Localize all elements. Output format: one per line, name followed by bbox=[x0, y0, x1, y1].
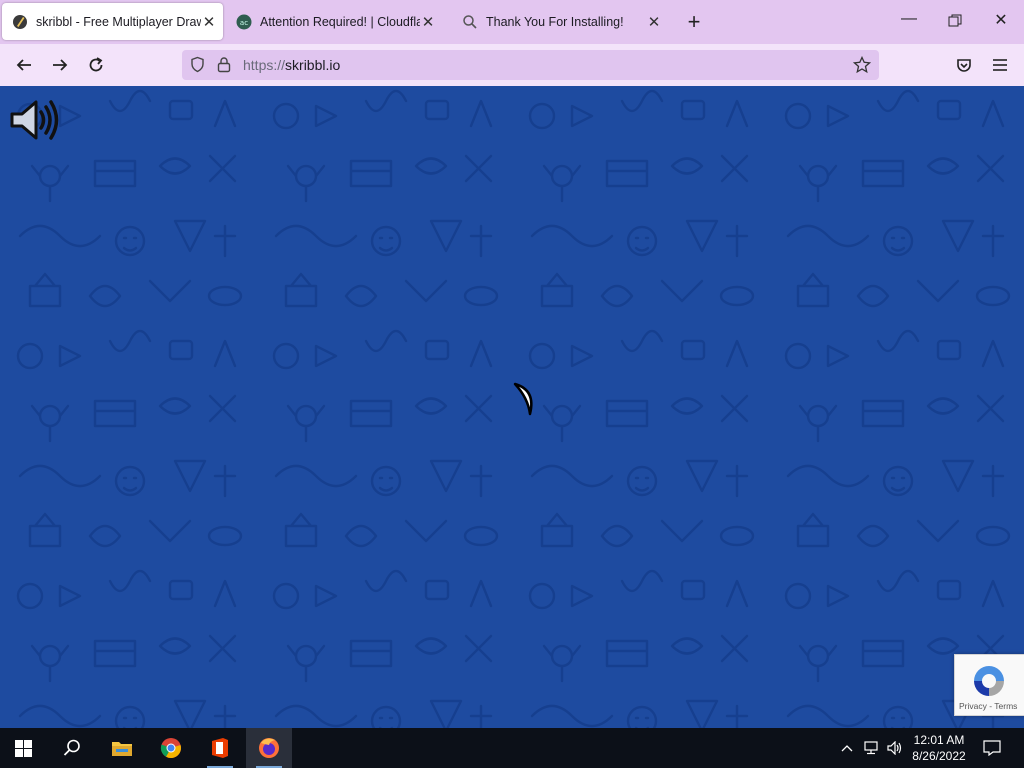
tab-title: skribbl - Free Multiplayer Drawing bbox=[36, 15, 201, 29]
cloudflare-favicon-icon: ac bbox=[236, 14, 252, 30]
clock-date: 8/26/2022 bbox=[906, 748, 972, 764]
back-icon[interactable] bbox=[12, 53, 36, 77]
chrome-icon[interactable] bbox=[148, 728, 194, 768]
skribbl-favicon-icon bbox=[12, 14, 28, 30]
close-window-icon[interactable]: ✕ bbox=[989, 10, 1013, 34]
url-host: skribbl.io bbox=[285, 57, 340, 73]
tab-title: Thank You For Installing! bbox=[486, 15, 646, 29]
bookmark-star-icon[interactable] bbox=[853, 56, 871, 79]
volume-icon[interactable] bbox=[885, 728, 905, 768]
system-clock[interactable]: 12:01 AM 8/26/2022 bbox=[906, 732, 972, 764]
office-icon[interactable] bbox=[197, 728, 243, 768]
new-tab-button[interactable]: + bbox=[683, 11, 705, 33]
speaker-icon[interactable] bbox=[9, 97, 59, 148]
tab-title: Attention Required! | Cloudflare bbox=[260, 15, 420, 29]
firefox-icon[interactable] bbox=[246, 728, 292, 768]
menu-icon[interactable] bbox=[988, 53, 1012, 77]
close-tab-icon[interactable]: ✕ bbox=[646, 13, 662, 31]
reload-icon[interactable] bbox=[84, 53, 108, 77]
tab-thank-you[interactable]: Thank You For Installing! ✕ bbox=[452, 0, 668, 44]
spinner-icon bbox=[512, 382, 538, 421]
close-tab-icon[interactable]: ✕ bbox=[420, 13, 436, 31]
recaptcha-links: Privacy - Terms bbox=[959, 701, 1017, 711]
file-explorer-icon[interactable] bbox=[99, 728, 145, 768]
search-icon[interactable] bbox=[49, 728, 95, 768]
restore-icon[interactable] bbox=[943, 10, 967, 34]
forward-icon[interactable] bbox=[48, 53, 72, 77]
recaptcha-privacy-link[interactable]: Privacy bbox=[959, 701, 987, 711]
minimize-icon[interactable]: — bbox=[897, 10, 921, 34]
tab-bar: skribbl - Free Multiplayer Drawing ✕ ac … bbox=[0, 0, 1024, 44]
chevron-up-icon[interactable] bbox=[838, 728, 856, 768]
url-scheme: https:// bbox=[243, 57, 285, 73]
recaptcha-badge[interactable]: Privacy - Terms bbox=[954, 654, 1024, 716]
network-icon[interactable] bbox=[862, 728, 882, 768]
notification-icon[interactable] bbox=[979, 728, 1005, 768]
recaptcha-logo-icon bbox=[970, 663, 1008, 704]
pocket-icon[interactable] bbox=[952, 53, 976, 77]
url-text[interactable]: https://skribbl.io bbox=[243, 57, 340, 73]
windows-taskbar: 12:01 AM 8/26/2022 bbox=[0, 728, 1024, 768]
search-icon bbox=[462, 14, 478, 30]
tracking-protection-icon[interactable] bbox=[189, 56, 206, 78]
lock-icon[interactable] bbox=[216, 56, 232, 78]
tab-skribbl[interactable]: skribbl - Free Multiplayer Drawing ✕ bbox=[2, 3, 223, 40]
skribbl-page bbox=[0, 86, 1024, 728]
tab-cloudflare[interactable]: ac Attention Required! | Cloudflare ✕ bbox=[226, 0, 442, 44]
windows-start-icon[interactable] bbox=[0, 728, 46, 768]
close-tab-icon[interactable]: ✕ bbox=[201, 13, 217, 31]
recaptcha-terms-link[interactable]: Terms bbox=[994, 701, 1017, 711]
svg-text:ac: ac bbox=[240, 19, 248, 27]
clock-time: 12:01 AM bbox=[906, 732, 972, 748]
